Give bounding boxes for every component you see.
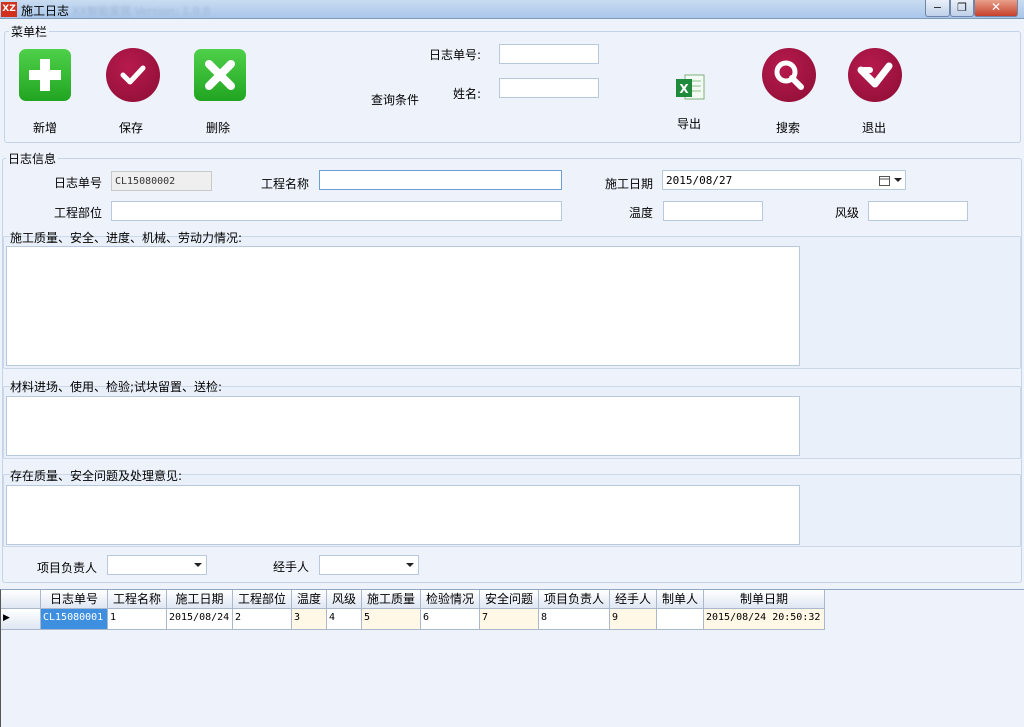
chevron-down-icon[interactable]: [894, 178, 902, 182]
title-bar: XZ 施工日志 XX智能家居 Version: 1.0.0 − ❐ ✕: [0, 0, 1024, 19]
project-part-input[interactable]: [111, 201, 562, 221]
log-data-grid[interactable]: 日志单号 工程名称 施工日期 工程部位 温度 风级 施工质量 检验情况 安全问题…: [0, 589, 1024, 727]
log-no-label: 日志单号: [54, 176, 103, 190]
grid-header-temperature[interactable]: 温度: [292, 590, 327, 609]
table-cell[interactable]: 2: [233, 609, 292, 630]
handler-select[interactable]: [319, 555, 419, 575]
grid-header-project-name[interactable]: 工程名称: [108, 590, 167, 609]
calendar-icon[interactable]: [879, 175, 891, 187]
excel-icon: X: [676, 74, 705, 100]
wind-level-input[interactable]: [868, 201, 968, 221]
toolbar-group-label: 菜单栏: [9, 23, 50, 40]
construction-date-label: 施工日期: [605, 177, 654, 191]
grid-header-manager[interactable]: 项目负责人: [539, 590, 610, 609]
temperature-label: 温度: [629, 206, 654, 220]
export-button[interactable]: X: [674, 73, 706, 103]
table-cell[interactable]: 8: [539, 609, 610, 630]
grid-header-inspection[interactable]: 检验情况: [421, 590, 480, 609]
project-manager-label: 项目负责人: [37, 561, 98, 575]
query-name-label: 姓名:: [453, 87, 482, 101]
grid-header-creator[interactable]: 制单人: [657, 590, 704, 609]
handler-label: 经手人: [273, 560, 310, 574]
issues-label: 存在质量、安全问题及处理意见:: [10, 469, 183, 483]
query-log-no-input[interactable]: [499, 44, 599, 64]
table-cell[interactable]: 3: [292, 609, 327, 630]
row-indicator-icon[interactable]: ▶: [1, 609, 41, 630]
grid-header-wind[interactable]: 风级: [327, 590, 362, 609]
table-cell[interactable]: 6: [421, 609, 480, 630]
project-part-label: 工程部位: [54, 206, 103, 220]
project-name-label: 工程名称: [261, 177, 310, 191]
grid-header-quality[interactable]: 施工质量: [362, 590, 421, 609]
table-cell[interactable]: 7: [480, 609, 539, 630]
construction-date-picker[interactable]: 2015/08/27: [662, 170, 906, 190]
save-button-label[interactable]: 保存: [101, 119, 161, 136]
grid-header-safety[interactable]: 安全问题: [480, 590, 539, 609]
exit-arrow-icon: [857, 62, 893, 88]
grid-corner-header: [1, 590, 41, 609]
table-cell[interactable]: 1: [108, 609, 167, 630]
table-cell[interactable]: 2015/08/24 20:50:32: [704, 609, 825, 630]
construction-date-value: 2015/08/27: [666, 174, 733, 187]
table-cell[interactable]: 4: [327, 609, 362, 630]
grid-header-date[interactable]: 施工日期: [167, 590, 233, 609]
table-cell[interactable]: [657, 609, 704, 630]
chevron-down-icon[interactable]: [194, 563, 202, 567]
temperature-input[interactable]: [663, 201, 763, 221]
material-textarea[interactable]: [6, 396, 800, 456]
project-manager-select[interactable]: [107, 555, 207, 575]
quality-textarea[interactable]: [6, 246, 800, 366]
window-title-suffix: XX智能家居 Version: 1.0.0: [72, 5, 211, 18]
query-log-no-label: 日志单号:: [429, 48, 482, 62]
plus-icon: [29, 59, 61, 91]
window-title: 施工日志: [21, 4, 70, 18]
project-name-input[interactable]: [319, 170, 562, 190]
wind-level-label: 风级: [835, 206, 860, 220]
table-cell[interactable]: 5: [362, 609, 421, 630]
export-button-label[interactable]: 导出: [659, 115, 719, 132]
quality-label: 施工质量、安全、进度、机械、劳动力情况:: [10, 231, 243, 245]
exit-button[interactable]: [848, 48, 902, 102]
close-x-icon: [205, 60, 235, 90]
delete-button-label[interactable]: 删除: [188, 119, 248, 136]
query-name-input[interactable]: [499, 78, 599, 98]
svg-text:X: X: [679, 82, 689, 96]
delete-button[interactable]: [194, 49, 246, 101]
table-cell[interactable]: 9: [610, 609, 657, 630]
minimize-button[interactable]: −: [925, 0, 950, 17]
search-icon: [774, 60, 804, 90]
grid-header-handler[interactable]: 经手人: [610, 590, 657, 609]
material-label: 材料进场、使用、检验;试块留置、送检:: [10, 380, 223, 394]
issues-textarea[interactable]: [6, 485, 800, 545]
table-cell[interactable]: CL15080001: [41, 609, 108, 630]
check-icon: [120, 65, 146, 85]
query-condition-label: 查询条件: [371, 93, 420, 107]
exit-button-label[interactable]: 退出: [844, 119, 904, 136]
search-button-label[interactable]: 搜索: [758, 119, 818, 136]
search-button[interactable]: [762, 48, 816, 102]
add-button[interactable]: [19, 49, 71, 101]
log-no-field: [111, 171, 212, 191]
grid-header-created-at[interactable]: 制单日期: [704, 590, 825, 609]
save-button[interactable]: [106, 48, 160, 102]
log-info-group-label: 日志信息: [6, 150, 59, 167]
table-cell[interactable]: 2015/08/24: [167, 609, 233, 630]
app-icon: XZ: [1, 2, 17, 17]
close-button[interactable]: ✕: [974, 0, 1018, 17]
add-button-label[interactable]: 新增: [15, 119, 75, 136]
grid-header-project-part[interactable]: 工程部位: [233, 590, 292, 609]
chevron-down-icon[interactable]: [406, 563, 414, 567]
restore-button[interactable]: ❐: [950, 0, 974, 17]
grid-header-log-no[interactable]: 日志单号: [41, 590, 108, 609]
